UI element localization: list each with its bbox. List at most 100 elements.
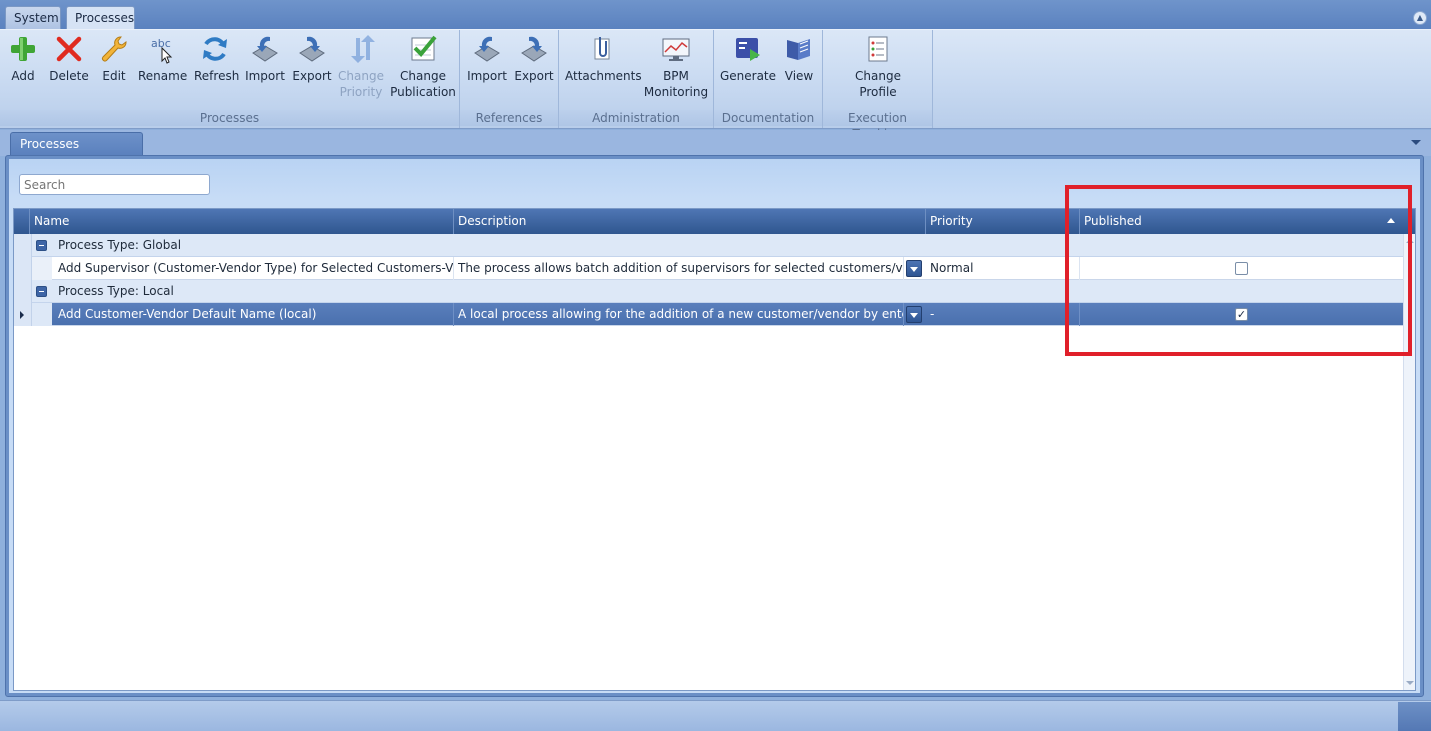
group-label-references: References <box>460 110 558 126</box>
bpm-monitoring-label-1: BPM <box>663 69 689 83</box>
group-label-documentation: Documentation <box>714 110 822 126</box>
bpm-monitoring-label-2: Monitoring <box>643 85 709 99</box>
published-checkbox[interactable]: ✓ <box>1235 308 1248 321</box>
group-label-execution-tracking: Execution Tracking <box>823 110 932 141</box>
row-indicator <box>14 303 32 326</box>
tab-processes[interactable]: Processes <box>66 6 135 30</box>
import-label: Import <box>245 69 285 83</box>
references-export-label: Export <box>514 69 554 83</box>
column-header-published-label: Published <box>1084 214 1142 228</box>
sort-ascending-icon <box>1387 218 1395 223</box>
group-label: Process Type: Global <box>58 238 182 252</box>
vertical-scrollbar[interactable] <box>1403 234 1415 690</box>
table-row[interactable]: Add Supervisor (Customer-Vendor Type) fo… <box>14 257 1403 280</box>
delete-label: Delete <box>49 69 89 83</box>
published-checkbox[interactable] <box>1235 262 1248 275</box>
book-icon <box>784 34 814 64</box>
rename-button[interactable]: abc Rename <box>138 34 187 84</box>
group-label: Process Type: Local <box>58 284 174 298</box>
change-publication-label-1: Change <box>400 69 446 83</box>
resize-grip-icon[interactable] <box>1398 702 1431 731</box>
column-header-priority[interactable]: Priority <box>926 209 1080 234</box>
scroll-down-icon[interactable] <box>1406 681 1414 685</box>
document-menu-dropdown-icon[interactable] <box>1411 140 1421 145</box>
change-profile-label-1: Change <box>855 69 901 83</box>
group-row-local[interactable]: Process Type: Local <box>14 280 1403 303</box>
cell-priority[interactable]: - <box>926 303 1080 326</box>
processes-view: Name Description Priority Published Proc… <box>9 159 1420 693</box>
profile-list-icon <box>863 34 893 64</box>
references-import-label: Import <box>467 69 507 83</box>
table-row-selected[interactable]: Add Customer-Vendor Default Name (local)… <box>14 303 1403 326</box>
delete-button[interactable]: Delete <box>48 34 90 84</box>
add-button[interactable]: Add <box>6 34 40 84</box>
delete-x-icon <box>54 34 84 64</box>
row-indent <box>32 303 52 326</box>
export-label: Export <box>292 69 332 83</box>
collapse-ribbon-icon[interactable]: ▲ <box>1413 11 1427 25</box>
row-indent <box>32 257 52 280</box>
grid-header: Name Description Priority Published <box>14 209 1415 234</box>
edit-button[interactable]: Edit <box>98 34 130 84</box>
column-header-description[interactable]: Description <box>454 209 926 234</box>
import-icon <box>250 34 280 64</box>
cell-description[interactable]: A local process allowing for the additio… <box>454 303 904 326</box>
references-export-button[interactable]: Export <box>513 34 555 84</box>
description-dropdown-icon[interactable] <box>906 260 922 277</box>
publication-check-icon <box>408 34 438 64</box>
add-label: Add <box>11 69 35 83</box>
tab-system[interactable]: System <box>5 6 61 29</box>
export-button[interactable]: Export <box>292 34 332 84</box>
change-priority-label-2: Priority <box>339 85 383 99</box>
attachments-button[interactable]: Attachments <box>565 34 642 84</box>
change-priority-button[interactable]: Change Priority <box>336 34 386 100</box>
scroll-up-icon[interactable] <box>1406 239 1414 243</box>
column-header-published[interactable]: Published <box>1080 209 1403 234</box>
ribbon-group-documentation: Generate View Documentation <box>714 30 823 128</box>
change-profile-button[interactable]: Change Profile <box>847 34 909 100</box>
ribbon: Add Delete Edit abc Rename Refresh Impor… <box>0 29 1431 141</box>
bpm-monitoring-button[interactable]: BPM Monitoring <box>643 34 709 100</box>
change-profile-label-2: Profile <box>859 85 897 99</box>
rename-icon: abc <box>147 34 177 64</box>
generate-label: Generate <box>719 69 777 83</box>
cell-priority[interactable]: Normal <box>926 257 1080 280</box>
priority-arrows-icon <box>346 34 376 64</box>
ribbon-group-execution-tracking: Change Profile Execution Tracking <box>823 30 933 141</box>
group-row-global[interactable]: Process Type: Global <box>14 234 1403 257</box>
ribbon-group-references: Import Export References <box>460 30 559 128</box>
search-input[interactable] <box>19 174 210 195</box>
cell-name[interactable]: Add Customer-Vendor Default Name (local) <box>54 303 454 326</box>
svg-text:abc: abc <box>151 37 171 50</box>
generate-document-icon <box>733 34 763 64</box>
group-label-administration: Administration <box>559 110 713 126</box>
view-button[interactable]: View <box>780 34 818 84</box>
attachments-label: Attachments <box>565 69 642 83</box>
view-label: View <box>784 69 814 83</box>
ribbon-group-administration: Attachments BPM Monitoring Administratio… <box>559 30 714 128</box>
current-row-arrow-icon <box>20 311 24 319</box>
import-button[interactable]: Import <box>244 34 286 84</box>
references-import-button[interactable]: Import <box>466 34 508 84</box>
wrench-icon <box>99 34 129 64</box>
status-bar <box>0 700 1431 731</box>
collapse-group-icon[interactable] <box>36 286 47 297</box>
main-panel: Name Description Priority Published Proc… <box>5 155 1424 697</box>
paperclip-icon <box>586 34 616 64</box>
refresh-button[interactable]: Refresh <box>194 34 239 84</box>
column-header-name[interactable]: Name <box>30 209 454 234</box>
collapse-group-icon[interactable] <box>36 240 47 251</box>
row-indicator <box>14 257 32 280</box>
document-tab-strip: Processes <box>0 130 1431 156</box>
description-dropdown-icon[interactable] <box>906 306 922 323</box>
refresh-icon <box>200 34 230 64</box>
edit-label: Edit <box>102 69 126 83</box>
change-priority-label-1: Change <box>338 69 384 83</box>
row-indicator <box>14 280 32 303</box>
group-label-processes: Processes <box>0 110 459 126</box>
cell-description[interactable]: The process allows batch addition of sup… <box>454 257 904 280</box>
change-publication-button[interactable]: Change Publication <box>390 34 456 100</box>
cell-name[interactable]: Add Supervisor (Customer-Vendor Type) fo… <box>54 257 454 280</box>
generate-button[interactable]: Generate <box>718 34 778 84</box>
tab-processes-document[interactable]: Processes <box>10 132 143 156</box>
